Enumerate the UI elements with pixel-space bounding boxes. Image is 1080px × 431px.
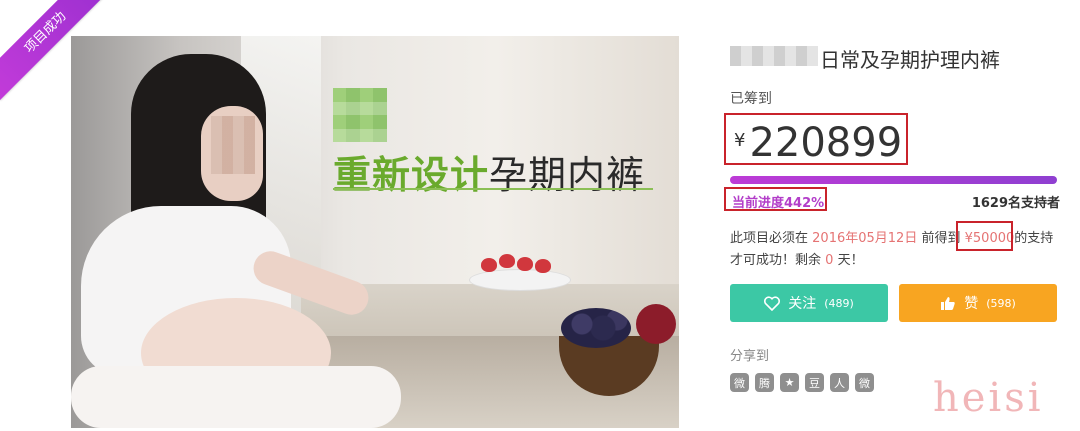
deadline-date: 2016年05月12日: [812, 231, 918, 246]
strawberry: [499, 254, 515, 268]
like-button[interactable]: 赞 (598): [899, 284, 1057, 322]
like-label: 赞: [964, 296, 979, 312]
like-count: (598): [986, 296, 1016, 310]
progress-text: 当前进度442%: [732, 196, 825, 211]
tencent-weibo-icon[interactable]: 腾: [755, 373, 774, 392]
raised-amount: ¥220899: [734, 120, 902, 166]
douban-icon[interactable]: 豆: [805, 373, 824, 392]
grapes: [561, 308, 631, 348]
progress-bar: [730, 176, 1057, 184]
headline-black: 孕期内裤: [489, 153, 646, 197]
brand-logo-mosaic: [333, 88, 387, 142]
strawberry: [481, 258, 497, 272]
share-icons: 微 腾 ★ 豆 人 微: [730, 373, 874, 392]
hero-headline: 重新设计孕期内裤: [333, 144, 645, 199]
follow-button[interactable]: 关注 (489): [730, 284, 888, 322]
raised-label: 已筹到: [730, 91, 772, 107]
supporters-count: 1629名支持者: [971, 196, 1060, 211]
strawberry: [535, 259, 551, 273]
strawberry: [517, 257, 533, 271]
apple: [636, 304, 676, 344]
desc-end: 天！: [837, 253, 864, 268]
brand-name-mosaic: [730, 46, 818, 66]
project-info-panel: 日常及孕期护理内裤 已筹到 ¥220899 当前进度442% 1629名支持者 …: [724, 0, 1060, 431]
project-title[interactable]: 日常及孕期护理内裤: [820, 44, 1000, 73]
headline-underline: [333, 188, 653, 190]
strawberry-plate: [469, 269, 571, 291]
weibo-icon[interactable]: 微: [730, 373, 749, 392]
follow-count: (489): [824, 296, 854, 310]
watermark: heisi: [933, 375, 1044, 421]
desc-mid: 前得到: [921, 231, 961, 246]
headline-green: 重新设计: [333, 153, 490, 197]
goal-highlight-box: [956, 221, 1013, 251]
amount-value: 220899: [749, 120, 903, 166]
desc-prefix: 此项目必须在: [730, 231, 809, 246]
share-label: 分享到: [730, 349, 770, 364]
qzone-icon[interactable]: ★: [780, 373, 799, 392]
follow-label: 关注: [788, 296, 817, 312]
currency-symbol: ¥: [734, 130, 746, 151]
wechat-icon[interactable]: 微: [855, 373, 874, 392]
remaining-days: 0: [825, 253, 834, 268]
heart-icon: [764, 295, 781, 311]
thumbs-up-icon: [941, 296, 955, 310]
project-hero-image[interactable]: 重新设计孕期内裤: [71, 36, 679, 428]
woman-legs: [71, 366, 401, 428]
renren-icon[interactable]: 人: [830, 373, 849, 392]
face-mosaic: [211, 116, 255, 174]
